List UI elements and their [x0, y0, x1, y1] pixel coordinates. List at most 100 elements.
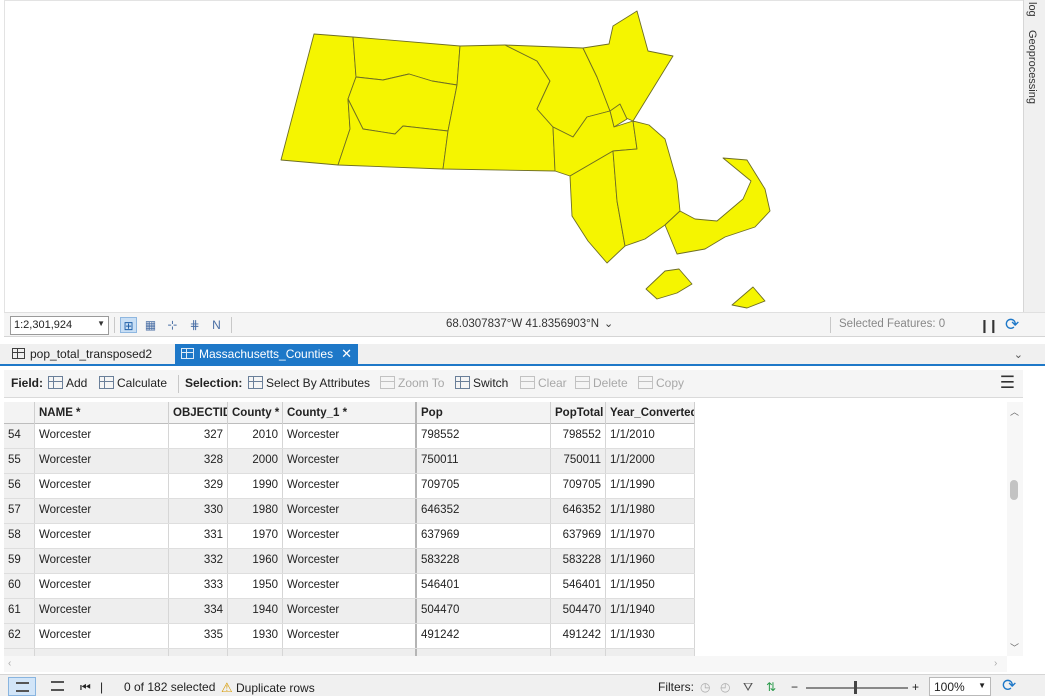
select-by-attributes-button[interactable]: Select By Attributes [248, 376, 370, 390]
cell-year-converted[interactable]: 1/1/1940 [606, 599, 695, 623]
scroll-down-icon[interactable]: ﹀ [1010, 641, 1019, 654]
grid-snap-icon[interactable]: ⊞ [120, 317, 137, 333]
cell-pop[interactable]: 709705 [417, 474, 551, 498]
cell-name[interactable]: Worcester [35, 424, 169, 448]
cell-poptotal[interactable]: 798552 [551, 424, 606, 448]
definition-query-icon[interactable]: ⛛ [743, 680, 753, 695]
cell-poptotal[interactable]: 504470 [551, 599, 606, 623]
column-header-objectid[interactable]: OBJECTID [169, 402, 228, 424]
cell-year-converted[interactable]: 1/1/1970 [606, 524, 695, 548]
table-row[interactable] [4, 649, 695, 656]
cell-objectid[interactable]: 334 [169, 599, 228, 623]
cell-year-converted[interactable]: 1/1/1930 [606, 624, 695, 648]
zoom-in-button[interactable]: + [912, 680, 919, 694]
horizontal-scrollbar[interactable]: ‹ › [4, 656, 1007, 672]
cell-poptotal[interactable]: 646352 [551, 499, 606, 523]
cell-objectid[interactable]: 332 [169, 549, 228, 573]
cell-objectid[interactable] [169, 649, 228, 656]
time-filter-icon[interactable]: ◷ [700, 680, 710, 694]
range-filter-icon[interactable]: ◴ [720, 680, 730, 694]
constraints-icon[interactable]: ⊹ [164, 317, 181, 333]
cell-name[interactable]: Worcester [35, 574, 169, 598]
selected-features-count[interactable]: Selected Features: 0 [839, 318, 945, 330]
cell-objectid[interactable]: 330 [169, 499, 228, 523]
table-row[interactable]: 57 Worcester 330 1980 Worcester 646352 6… [4, 499, 695, 524]
dock-tab-log[interactable]: log [1026, 2, 1038, 17]
zoom-level-select[interactable]: 100% ▼ [929, 677, 991, 696]
chevron-down-icon[interactable]: ⌄ [604, 317, 613, 330]
cell-county-1[interactable] [283, 649, 417, 656]
scroll-up-icon[interactable]: ︿ [1010, 405, 1019, 418]
refresh-icon[interactable]: ⟳ [1002, 676, 1016, 696]
cell-county[interactable]: 1980 [228, 499, 283, 523]
cell-county[interactable]: 1930 [228, 624, 283, 648]
cell-objectid[interactable]: 327 [169, 424, 228, 448]
cell-county[interactable]: 1970 [228, 524, 283, 548]
scroll-right-icon[interactable]: › [994, 658, 997, 669]
scroll-left-icon[interactable]: ‹ [8, 658, 11, 669]
cell-poptotal[interactable]: 750011 [551, 449, 606, 473]
cell-name[interactable]: Worcester [35, 449, 169, 473]
cell-year-converted[interactable]: 1/1/1990 [606, 474, 695, 498]
row-number[interactable]: 62 [4, 624, 35, 648]
table-row[interactable]: 62 Worcester 335 1930 Worcester 491242 4… [4, 624, 695, 649]
row-number[interactable]: 59 [4, 549, 35, 573]
cell-pop[interactable]: 504470 [417, 599, 551, 623]
table-row[interactable]: 55 Worcester 328 2000 Worcester 750011 7… [4, 449, 695, 474]
cell-poptotal[interactable]: 709705 [551, 474, 606, 498]
cell-county-1[interactable]: Worcester [283, 599, 417, 623]
cell-county[interactable]: 2000 [228, 449, 283, 473]
cell-county-1[interactable]: Worcester [283, 499, 417, 523]
cell-county-1[interactable]: Worcester [283, 624, 417, 648]
copy-button[interactable]: Copy [638, 376, 684, 390]
column-header-name[interactable]: NAME * [35, 402, 169, 424]
table-row[interactable]: 61 Worcester 334 1940 Worcester 504470 5… [4, 599, 695, 624]
cell-pop[interactable]: 646352 [417, 499, 551, 523]
cell-poptotal[interactable]: 637969 [551, 524, 606, 548]
row-number[interactable]: 57 [4, 499, 35, 523]
cell-year-converted[interactable]: 1/1/1980 [606, 499, 695, 523]
dock-tab-geoprocessing[interactable]: Geoprocessing [1026, 30, 1038, 104]
cell-objectid[interactable]: 333 [169, 574, 228, 598]
cell-pop[interactable]: 546401 [417, 574, 551, 598]
zoom-slider-thumb[interactable] [853, 681, 857, 694]
table-row[interactable]: 54 Worcester 327 2010 Worcester 798552 7… [4, 424, 695, 449]
cell-county-1[interactable]: Worcester [283, 424, 417, 448]
row-number-header[interactable] [4, 402, 35, 424]
cell-pop[interactable]: 750011 [417, 449, 551, 473]
switch-button[interactable]: Switch [455, 376, 508, 390]
cell-pop[interactable]: 637969 [417, 524, 551, 548]
cell-pop[interactable]: 798552 [417, 424, 551, 448]
table-row[interactable]: 60 Worcester 333 1950 Worcester 546401 5… [4, 574, 695, 599]
pause-drawing-button[interactable]: ❙❙ [979, 318, 999, 334]
cell-name[interactable]: Worcester [35, 474, 169, 498]
north-arrow-icon[interactable]: N [208, 317, 225, 333]
row-number[interactable]: 54 [4, 424, 35, 448]
show-all-records-button[interactable] [8, 677, 36, 696]
hamburger-menu-icon[interactable]: ☰ [1000, 374, 1015, 391]
cell-county-1[interactable]: Worcester [283, 449, 417, 473]
zoom-out-button[interactable]: − [791, 680, 798, 694]
chevron-down-icon[interactable]: ⌄ [1014, 348, 1023, 361]
row-number[interactable]: 56 [4, 474, 35, 498]
snapping-icon[interactable]: ⋕ [186, 317, 203, 333]
cell-name[interactable] [35, 649, 169, 656]
cell-poptotal[interactable]: 491242 [551, 624, 606, 648]
cell-county[interactable]: 2010 [228, 424, 283, 448]
cell-name[interactable]: Worcester [35, 599, 169, 623]
cell-name[interactable]: Worcester [35, 624, 169, 648]
calculate-button[interactable]: Calculate [99, 376, 167, 390]
vertical-scrollbar[interactable]: ︿ ﹀ [1007, 402, 1023, 656]
cell-county[interactable]: 1990 [228, 474, 283, 498]
delete-button[interactable]: Delete [575, 376, 628, 390]
column-header-pop[interactable]: Pop [417, 402, 551, 424]
cell-pop[interactable]: 491242 [417, 624, 551, 648]
cell-poptotal[interactable] [551, 649, 606, 656]
table-row[interactable]: 58 Worcester 331 1970 Worcester 637969 6… [4, 524, 695, 549]
cell-name[interactable]: Worcester [35, 524, 169, 548]
cell-poptotal[interactable]: 583228 [551, 549, 606, 573]
sort-icon[interactable]: ⇅ [766, 680, 776, 694]
column-header-county-1[interactable]: County_1 * [283, 402, 417, 424]
show-selected-records-button[interactable] [44, 677, 70, 696]
zoom-to-button[interactable]: Zoom To [380, 376, 444, 390]
